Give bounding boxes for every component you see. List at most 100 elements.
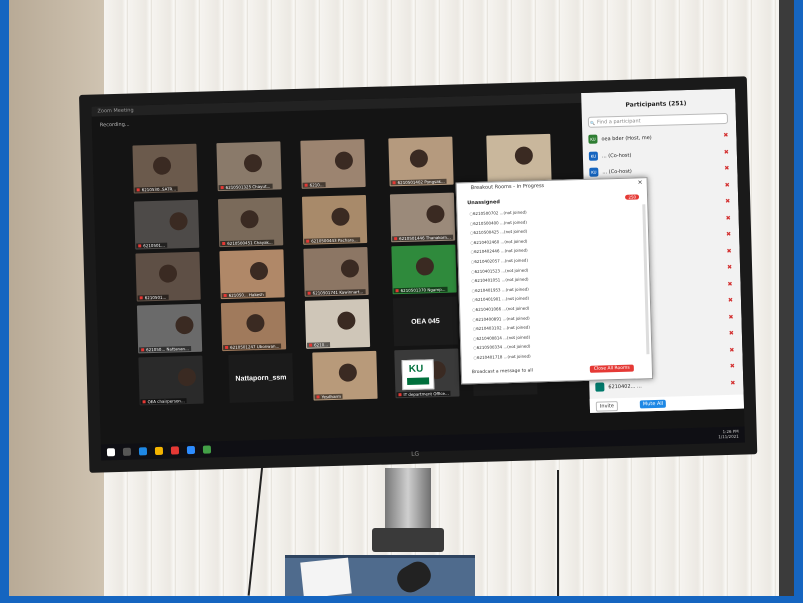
muted-mic-icon[interactable]: ✖ xyxy=(728,297,733,304)
video-tile[interactable] xyxy=(486,133,552,184)
room-member[interactable]: 6210401051 ...(not joined) xyxy=(471,277,529,284)
tile-name-label: OEA chairperson... xyxy=(140,398,187,405)
participant-row[interactable]: KU... (Co-host) ✖ xyxy=(589,162,731,180)
room-member[interactable]: 6210402057 ...(not joined) xyxy=(471,258,528,265)
room-name[interactable]: Unassigned xyxy=(467,199,500,206)
room-member[interactable]: 6210401901 ...(not joined) xyxy=(472,296,529,303)
tile-name-label: IT department Office... xyxy=(396,390,451,398)
muted-mic-icon[interactable]: ✖ xyxy=(725,198,730,205)
folder-icon[interactable] xyxy=(154,446,164,456)
name-tile[interactable]: OEA 045 xyxy=(392,296,459,347)
video-tile[interactable]: 6210501... xyxy=(133,199,200,250)
ku-logo: KU xyxy=(401,359,435,391)
stand-base xyxy=(372,528,444,552)
video-tile[interactable]: 6210... xyxy=(300,139,366,189)
room-member[interactable]: 6210402460 ...(not joined) xyxy=(470,238,528,245)
video-tile[interactable]: 6210501446 Thanakorn... xyxy=(389,192,456,243)
muted-mic-icon[interactable]: ✖ xyxy=(726,231,731,238)
room-member[interactable]: 6210403102 ...(not joined) xyxy=(473,325,530,332)
room-member[interactable]: 6210401066 ...(not joined) xyxy=(472,306,530,313)
video-tile[interactable]: 621050... Nattanan... xyxy=(136,303,203,354)
muted-mic-icon[interactable]: ✖ xyxy=(724,165,729,172)
participant-name: ... (Co-host) xyxy=(602,168,632,176)
zoom-icon[interactable] xyxy=(186,445,196,455)
mute-all-button[interactable]: Mute All xyxy=(639,399,667,409)
search-icon[interactable] xyxy=(122,447,132,456)
screen: Zoom Meeting Recording... 6210530..SATR.… xyxy=(91,88,745,461)
participant-video xyxy=(246,313,265,333)
video-tile[interactable]: 6210501247 Ubonwan... xyxy=(220,301,287,352)
tile-name-label: 6210530..SATR... xyxy=(134,186,179,193)
muted-mic-icon[interactable]: ✖ xyxy=(729,346,734,353)
participant-video xyxy=(337,311,356,330)
close-icon[interactable]: ✕ xyxy=(638,179,643,186)
participant-search-input[interactable]: Find a participant xyxy=(587,112,729,128)
room-member[interactable]: 6210500334 ...(not joined) xyxy=(473,344,531,351)
room-member[interactable]: 6210400814 ...(not joined) xyxy=(473,334,530,341)
participant-video xyxy=(240,210,259,229)
muted-mic-icon[interactable]: ✖ xyxy=(730,363,735,370)
muted-mic-icon[interactable]: ✖ xyxy=(730,379,735,386)
participant-video xyxy=(249,261,269,281)
muted-mic-icon[interactable]: ✖ xyxy=(727,280,732,287)
room-member[interactable]: 6210500702 ...(not joined) xyxy=(469,210,527,217)
participant-video xyxy=(514,146,534,165)
video-tile[interactable]: 6210530..SATR... xyxy=(132,143,198,194)
participant-video xyxy=(426,204,445,224)
monitor-brand-logo: LG xyxy=(411,450,420,458)
muted-mic-icon[interactable]: ✖ xyxy=(729,330,734,337)
room-member[interactable]: 6210401718 ...(not joined) xyxy=(473,353,531,360)
windows-start-icon[interactable] xyxy=(106,448,116,457)
muted-mic-icon[interactable]: ✖ xyxy=(724,148,729,155)
video-tile[interactable]: 6210500451 Chayak... xyxy=(217,197,284,248)
tile-name-label: 6210... xyxy=(307,342,331,348)
tile-name-label: 6210501... xyxy=(136,242,167,249)
invite-button[interactable]: Invite xyxy=(595,401,619,412)
muted-mic-icon[interactable]: ✖ xyxy=(726,214,731,221)
muted-mic-icon[interactable]: ✖ xyxy=(728,313,733,320)
muted-mic-icon[interactable]: ✖ xyxy=(727,264,732,271)
name-tile[interactable]: Nattaporn_ssm xyxy=(228,353,294,403)
tile-name-label: 6210501370 Ngamp... xyxy=(393,286,448,294)
participant-video xyxy=(409,149,429,168)
participant-video xyxy=(169,212,188,231)
app-icon[interactable] xyxy=(170,446,180,455)
video-tile[interactable]: 6210... xyxy=(304,298,371,349)
video-tile[interactable]: 621050... Hakesh xyxy=(219,249,285,300)
participant-row[interactable]: KU... (Co-host) ✖ xyxy=(588,145,731,163)
muted-mic-icon[interactable]: ✖ xyxy=(723,132,728,139)
room-count-badge: 250 xyxy=(625,194,640,200)
video-tile[interactable]: 6210500443 Pachara... xyxy=(301,195,368,245)
participant-row[interactable]: KU oea bder (Host, me) ✖ xyxy=(588,129,730,147)
muted-mic-icon[interactable]: ✖ xyxy=(726,247,731,254)
tile-name-label: Yesdharm xyxy=(314,393,344,400)
participant-video xyxy=(334,151,354,170)
room-member[interactable]: 6210400891 ...(not joined) xyxy=(472,315,530,322)
close-all-rooms-button[interactable]: Close All Rooms xyxy=(589,364,634,373)
video-tile[interactable]: 6210501325 Chayut... xyxy=(216,141,282,192)
scrollbar[interactable] xyxy=(642,204,650,355)
video-tile[interactable]: 6210501402 Pongsak... xyxy=(388,136,454,187)
video-tile[interactable]: OEA chairperson... xyxy=(138,355,204,406)
edge-icon[interactable] xyxy=(138,447,148,456)
video-tile[interactable]: 6210501741 Kawinnart... xyxy=(303,247,369,297)
room-member[interactable]: 6210401523 ...(not joined) xyxy=(471,267,529,274)
room-member[interactable]: 6210500425 ...(not joined) xyxy=(470,229,527,236)
video-tile[interactable]: 6210501... xyxy=(135,251,201,302)
room-member[interactable]: 6210500400 ...(not joined) xyxy=(470,219,527,226)
room-member[interactable]: 6210401953 ...(not joined) xyxy=(472,286,529,293)
participant-name: ... (Co-host) xyxy=(601,152,632,159)
tile-name-label: 6210501325 Chayut... xyxy=(218,183,273,191)
participant-list: KU oea bder (Host, me) ✖ KU... (Co-host) ✖ KU… xyxy=(581,89,735,392)
avatar: KU xyxy=(588,134,598,144)
line-icon[interactable] xyxy=(202,445,212,454)
tile-name-label: 6210... xyxy=(302,182,326,188)
video-tile[interactable]: 6210501370 Ngamp... xyxy=(391,244,457,295)
muted-mic-icon[interactable]: ✖ xyxy=(725,181,730,188)
participant-video xyxy=(177,367,197,387)
room-member-list: 6210500702 ...(not joined) 6210500400 ...… xyxy=(457,178,647,360)
video-tile[interactable]: Yesdharm xyxy=(312,350,378,401)
room-member[interactable]: 6210402446 ...(not joined) xyxy=(470,248,528,255)
broadcast-button[interactable]: Broadcast a message to all xyxy=(472,368,533,375)
cable-right xyxy=(557,470,559,596)
